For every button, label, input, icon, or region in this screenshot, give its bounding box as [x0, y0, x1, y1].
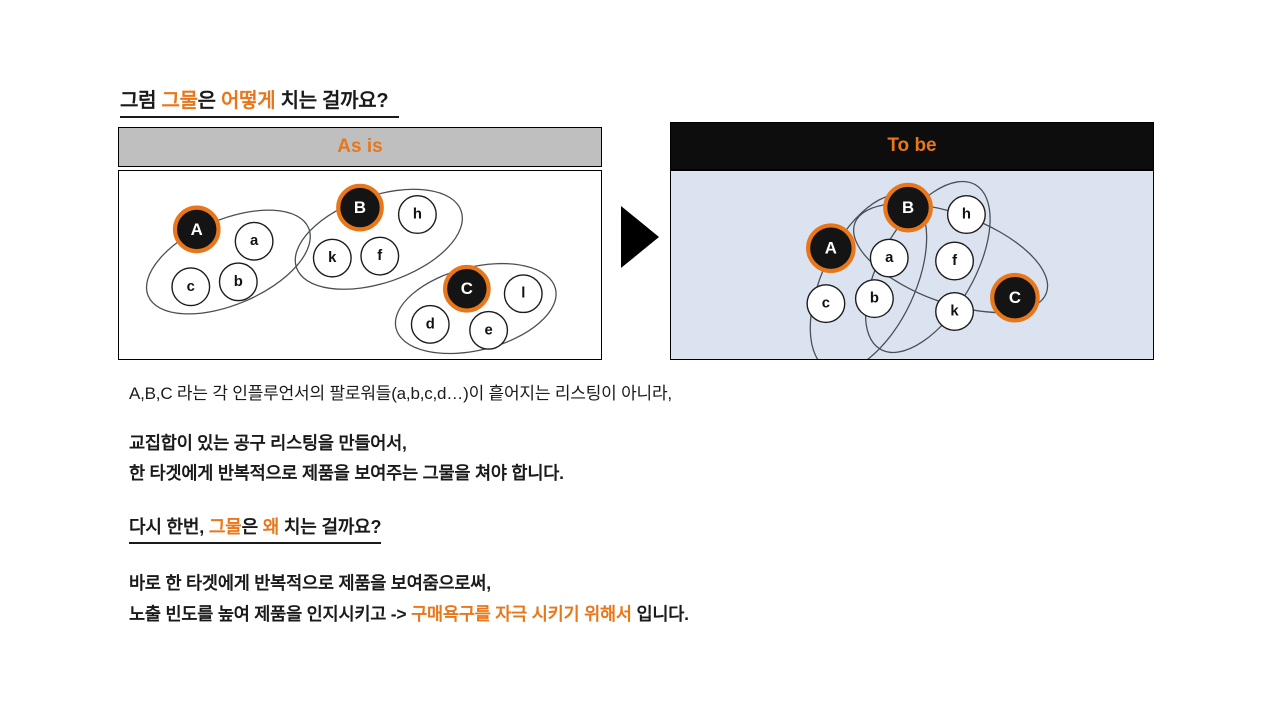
second-question-heading: 다시 한번, 그물은 왜 치는 걸까요? [129, 513, 382, 544]
q2-segment-5: 치는 걸까요? [279, 517, 382, 537]
asis-node-e: e [469, 310, 509, 350]
reason-line-2-pre: 노출 빈도를 높여 제품을 인지시키고 -> [129, 604, 412, 624]
tobe-influencer-node-B: B [883, 182, 933, 233]
tobe-influencer-A-label: A [825, 239, 837, 258]
tobe-influencer-B-label: B [902, 198, 914, 217]
q2-segment-2-highlight: 그물 [208, 517, 242, 537]
tobe-influencer-node-A: A [806, 223, 856, 274]
reason-line-2: 노출 빈도를 높여 제품을 인지시키고 -> 구매욕구를 자극 시키기 위해서 … [129, 599, 689, 630]
slide-canvas: 그럼 그물은 어떻게 치는 걸까요? As is a b c h k f l d… [0, 0, 1280, 720]
asis-influencer-node-A: A [172, 205, 221, 254]
intro-paragraph: A,B,C 라는 각 인플루언서의 팔로워들(a,b,c,d…)이 흩어지는 리… [129, 384, 672, 403]
asis-node-b-label: b [234, 274, 243, 290]
asis-influencer-node-C: C [443, 264, 491, 313]
title-segment-2-highlight: 그물 [161, 90, 198, 112]
asis-node-l: l [503, 274, 543, 314]
asis-node-f-label: f [377, 248, 382, 264]
solution-paragraph: 교집합이 있는 공구 리스팅을 만들어서, 한 타겟에게 반복적으로 제품을 보… [129, 428, 564, 488]
asis-diagram: a b c h k f l d e A B C [145, 183, 557, 355]
tobe-panel-title: To be [887, 135, 937, 156]
reason-line-1: 바로 한 타겟에게 반복적으로 제품을 보여줌으로써, [129, 573, 491, 593]
asis-node-b: b [218, 262, 258, 302]
asis-node-c: c [171, 267, 211, 307]
tobe-node-h-label: h [962, 207, 971, 223]
title-segment-3: 은 [197, 90, 222, 112]
tobe-node-k: k [935, 292, 975, 331]
tobe-node-a: a [869, 238, 909, 278]
solution-line-2: 한 타겟에게 반복적으로 제품을 보여주는 그물을 쳐야 합니다. [129, 463, 564, 483]
solution-line-1: 교집합이 있는 공구 리스팅을 만들어서, [129, 433, 407, 453]
tobe-node-c-label: c [822, 296, 830, 312]
asis-panel-title: As is [337, 136, 383, 157]
title-segment-5: 치는 걸까요? [275, 90, 389, 112]
asis-influencer-node-B: B [336, 183, 384, 232]
asis-node-k: k [312, 238, 352, 278]
reason-line-2-highlight: 구매욕구를 자극 시키기 위해서 [411, 604, 632, 624]
tobe-node-b-label: b [870, 291, 879, 307]
asis-node-l-label: l [521, 286, 525, 302]
asis-node-c-label: c [187, 279, 195, 295]
asis-node-d-label: d [426, 316, 435, 332]
q2-segment-3: 은 [241, 517, 263, 537]
tobe-influencer-node-C: C [990, 272, 1040, 323]
tobe-node-h: h [946, 195, 986, 235]
asis-node-a-label: a [250, 233, 259, 249]
tobe-node-a-label: a [885, 250, 894, 266]
second-question-underlined: 다시 한번, 그물은 왜 치는 걸까요? [129, 513, 382, 544]
asis-node-a: a [234, 221, 274, 261]
q2-segment-1: 다시 한번, [129, 517, 209, 537]
reason-line-2-post: 입니다. [631, 604, 689, 624]
asis-node-e-label: e [485, 322, 493, 338]
asis-node-d: d [410, 304, 450, 344]
asis-node-f: f [360, 236, 400, 276]
tobe-node-b: b [854, 279, 894, 319]
q2-segment-4-highlight: 왜 [262, 517, 280, 537]
tobe-panel-body: h a f c b k A B C [670, 170, 1154, 360]
transition-arrow-icon [621, 206, 659, 268]
asis-node-k-label: k [328, 250, 337, 266]
title-segment-4-highlight: 어떻게 [221, 90, 276, 112]
page-title-underlined: 그럼 그물은 어떻게 치는 걸까요? [120, 84, 399, 118]
asis-group-ellipse-a [145, 209, 311, 315]
tobe-diagram: h a f c b k A B C [806, 180, 1049, 359]
tobe-node-k-label: k [950, 304, 959, 320]
tobe-node-c: c [806, 284, 846, 324]
title-segment-1: 그럼 [120, 90, 162, 112]
asis-panel-body: a b c h k f l d e A B C [118, 170, 602, 360]
tobe-influencer-C-label: C [1009, 288, 1021, 307]
asis-panel-header: As is [118, 127, 602, 167]
tobe-node-f-label: f [952, 253, 957, 269]
asis-influencer-B-label: B [354, 198, 366, 217]
asis-influencer-A-label: A [191, 220, 203, 239]
asis-influencer-C-label: C [461, 279, 473, 298]
asis-node-h-label: h [413, 207, 422, 223]
asis-node-h: h [397, 195, 437, 235]
page-title: 그럼 그물은 어떻게 치는 걸까요? [120, 84, 399, 118]
tobe-node-f: f [935, 241, 975, 281]
tobe-panel-header: To be [670, 122, 1154, 170]
reason-paragraph: 바로 한 타겟에게 반복적으로 제품을 보여줌으로써, 노출 빈도를 높여 제품… [129, 568, 689, 630]
